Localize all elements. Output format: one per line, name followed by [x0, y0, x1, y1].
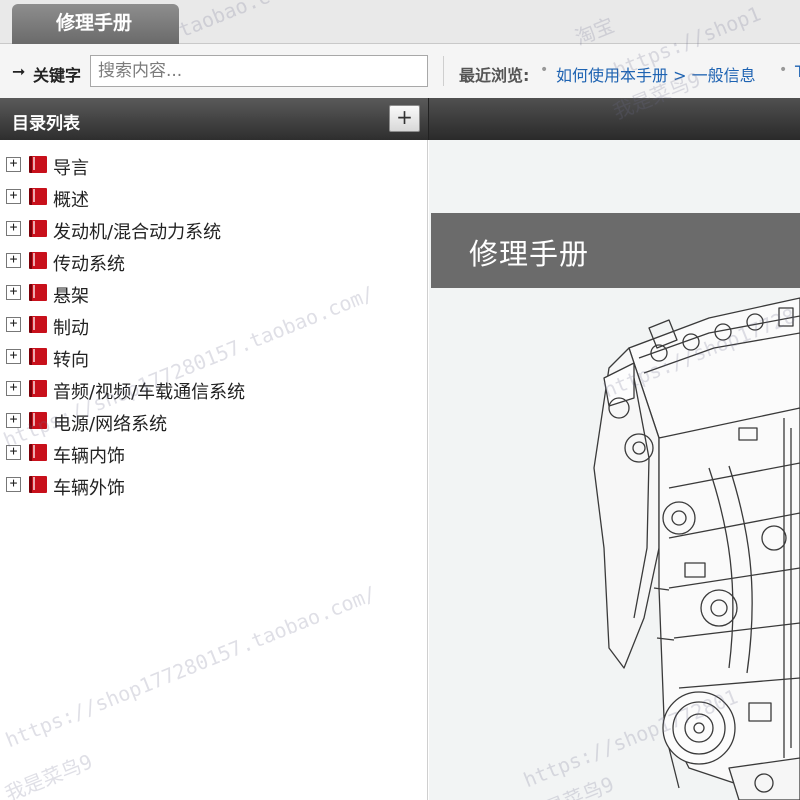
book-icon [29, 348, 47, 365]
expand-icon[interactable]: + [6, 285, 21, 300]
sidebar-header: 目录列表 + [0, 98, 428, 140]
book-icon [29, 284, 47, 301]
book-icon [29, 156, 47, 173]
recent-link[interactable]: 如何使用本手册 > 一般信息 [556, 62, 756, 86]
tree-item[interactable]: + 制动 [0, 308, 428, 340]
expand-icon[interactable]: + [6, 317, 21, 332]
tab-bar: 修理手册 [0, 0, 800, 44]
expand-icon[interactable]: + [6, 445, 21, 460]
tree-item-label[interactable]: 发动机/混合动力系统 [53, 218, 221, 244]
tree-item-label[interactable]: 音频/视频/车载通信系统 [53, 378, 245, 404]
tree-item[interactable]: + 发动机/混合动力系统 [0, 212, 428, 244]
tree-item[interactable]: + 传动系统 [0, 244, 428, 276]
tab-repair-manual[interactable]: 修理手册 [12, 4, 179, 44]
tree-item-label[interactable]: 悬架 [53, 282, 89, 308]
expand-icon[interactable]: + [6, 381, 21, 396]
bullet-icon: • [779, 62, 788, 78]
expand-icon[interactable]: + [6, 413, 21, 428]
manual-app: 修理手册 ➞ 关键字 最近浏览: • 如何使用本手册 > 一般信息 • T 目录… [0, 0, 800, 800]
book-icon [29, 220, 47, 237]
search-bar: ➞ 关键字 最近浏览: • 如何使用本手册 > 一般信息 • T [0, 44, 800, 98]
add-button[interactable]: + [389, 105, 420, 132]
expand-icon[interactable]: + [6, 157, 21, 172]
recent-label: 最近浏览: [459, 66, 530, 85]
tree-item-label[interactable]: 车辆外饰 [53, 474, 125, 500]
arrow-right-icon: ➞ [12, 62, 26, 81]
content-header [428, 98, 800, 140]
sidebar-title: 目录列表 [12, 114, 80, 134]
tree-item-label[interactable]: 车辆内饰 [53, 442, 125, 468]
tree-item[interactable]: + 车辆内饰 [0, 436, 428, 468]
banner-title: 修理手册 [469, 237, 590, 271]
book-icon [29, 476, 47, 493]
main-content: 修理手册 [429, 140, 800, 800]
expand-icon[interactable]: + [6, 221, 21, 236]
book-icon [29, 444, 47, 461]
keyword-label: 关键字 [33, 66, 82, 85]
book-icon [29, 316, 47, 333]
tree-item-label[interactable]: 电源/网络系统 [53, 410, 167, 436]
tree-item-label[interactable]: 传动系统 [53, 250, 125, 276]
tree-item-label[interactable]: 转向 [53, 346, 89, 372]
book-icon [29, 380, 47, 397]
book-icon [29, 412, 47, 429]
tree-item[interactable]: + 概述 [0, 180, 428, 212]
expand-icon[interactable]: + [6, 253, 21, 268]
recent-link[interactable]: T [795, 62, 800, 81]
search-input[interactable] [90, 55, 428, 87]
engine-illustration [593, 297, 800, 800]
tree-item[interactable]: + 导言 [0, 148, 428, 180]
book-icon [29, 252, 47, 269]
expand-icon[interactable]: + [6, 349, 21, 364]
expand-icon[interactable]: + [6, 189, 21, 204]
tree-item[interactable]: + 车辆外饰 [0, 468, 428, 500]
tree-item[interactable]: + 悬架 [0, 276, 428, 308]
tree-item[interactable]: + 转向 [0, 340, 428, 372]
tree-item[interactable]: + 电源/网络系统 [0, 404, 428, 436]
tree-item-label[interactable]: 导言 [53, 154, 89, 180]
tree-item-label[interactable]: 制动 [53, 314, 89, 340]
tree-item-label[interactable]: 概述 [53, 186, 89, 212]
book-icon [29, 188, 47, 205]
expand-icon[interactable]: + [6, 477, 21, 492]
divider [443, 56, 444, 86]
bullet-icon: • [540, 62, 549, 78]
toc-tree: + 导言 + 概述 + 发动机/混合动力系统 + 传动系统 + 悬架 + 制动 [0, 140, 428, 800]
title-banner: 修理手册 [431, 213, 800, 288]
tree-item[interactable]: + 音频/视频/车载通信系统 [0, 372, 428, 404]
